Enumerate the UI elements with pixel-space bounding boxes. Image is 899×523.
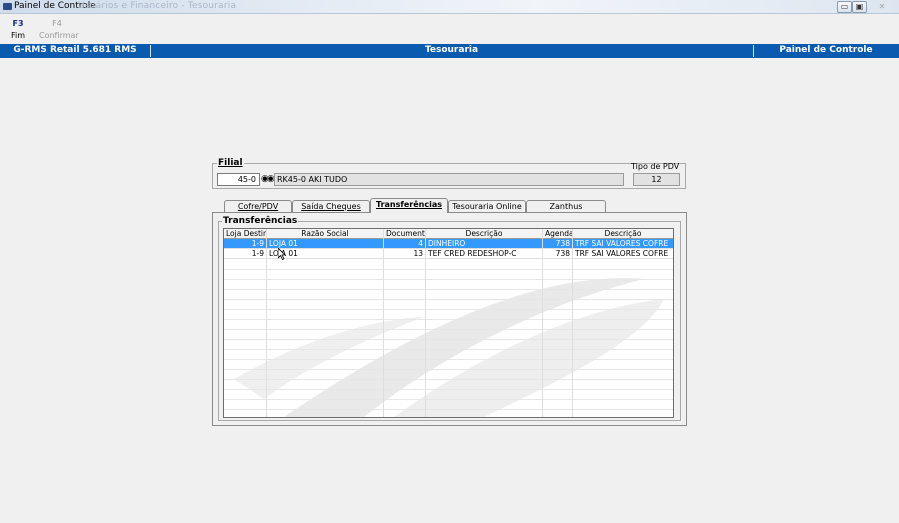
screen-title: Painel de Controle [779,45,873,55]
cell-descricao: DINHEIRO [426,239,543,249]
cell-descricao-agenda: TRF SAI VALORES COFRE [575,239,669,248]
grid-line [224,369,673,370]
tab-transferencias[interactable]: Transferências [370,198,448,213]
grid-line [542,229,543,417]
column-header[interactable]: Documento [384,229,426,239]
filial-code-field[interactable]: 45-0 [217,173,260,186]
grid-line [572,229,573,417]
grid-line [224,389,673,390]
app-icon [3,3,12,10]
cell-loja-destino: 1-9 [224,249,267,259]
tipo-pdv-label: Tipo de PDV [631,162,680,171]
close-button[interactable]: ✕ [870,1,894,13]
tipo-pdv-field: 12 [633,173,680,186]
cell-agenda: 738 [543,239,573,249]
cell-descricao: TEF CRED REDESHOP-C [426,249,543,259]
grid-line [425,229,426,417]
column-header[interactable]: Loja Destino [224,229,267,239]
fkey-f4-confirmar[interactable]: F4 Confirmar [39,19,79,40]
tab-label: Tesouraria Online [452,202,522,211]
grid-header: Loja Destino Razão Social Documento Desc… [224,229,673,239]
tab-label: Zanthus [549,202,583,211]
minimize-button[interactable]: ▭ [837,1,852,13]
tab-label: Saída Cheques [301,202,361,211]
fkey-f3-key: F3 [12,19,24,28]
cell-loja-destino: 1-9 [224,239,267,249]
transferencias-grid[interactable]: Loja Destino Razão Social Documento Desc… [223,228,674,418]
window-title-extra: Usuários e Financeiro - Tesouraria [78,1,237,11]
grid-line [224,359,673,360]
tab-label: Cofre/PDV [237,202,279,211]
grid-line [266,229,267,417]
tab-label: Transferências [376,200,442,209]
fkey-f4-key: F4 [52,19,62,28]
grid-line [224,289,673,290]
grid-line [224,269,673,270]
grid-line [224,299,673,300]
function-key-bar: F3 Fim F4 Confirmar [0,15,899,43]
filial-group: Filial 45-0 ◉◉ RK45-0 AKI TUDO Tipo de P… [212,158,686,189]
cell-documento: 13 [384,249,426,259]
grid-line [224,309,673,310]
mouse-cursor-icon [278,248,286,260]
grid-line [224,399,673,400]
grid-line [224,279,673,280]
cell-descricao-agenda: TRF SAI VALORES COFRE [575,249,669,258]
binoculars-search-icon[interactable]: ◉◉ [261,174,275,184]
grid-line [224,349,673,350]
grid-line [224,319,673,320]
title-bar: Painel de Controle Usuários e Financeiro… [0,0,899,14]
fkey-f3-fim[interactable]: F3 Fim [0,19,36,40]
grid-line [224,339,673,340]
column-header[interactable]: Descrição [573,229,673,239]
grid-line [224,409,673,410]
grid-line [224,379,673,380]
fkey-f4-label: Confirmar [39,31,79,40]
column-header[interactable]: Razão Social [267,229,384,239]
filial-name-field: RK45-0 AKI TUDO [274,173,624,186]
module-title: Tesouraria [424,45,479,55]
filial-legend: Filial [217,158,244,168]
cell-agenda: 738 [543,249,573,259]
maximize-button[interactable]: ▣ [852,1,867,13]
table-row[interactable]: 1-9 LOJA 01 13 TEF CRED REDESHOP-C 738 T… [224,249,673,259]
column-header[interactable]: Agenda [543,229,573,239]
transferencias-legend: Transferências [222,216,299,226]
system-version: G-RMS Retail 5.681 RMS [13,45,137,55]
fkey-f3-label: Fim [10,31,26,40]
module-header: G-RMS Retail 5.681 RMS Tesouraria Painel… [0,44,899,58]
cell-documento: 4 [384,239,426,249]
table-row[interactable]: 1-9 LOJA 01 4 DINHEIRO 738 TRF SAI VALOR… [224,239,673,249]
grid-line [383,229,384,417]
grid-line [224,329,673,330]
column-header[interactable]: Descrição [426,229,543,239]
